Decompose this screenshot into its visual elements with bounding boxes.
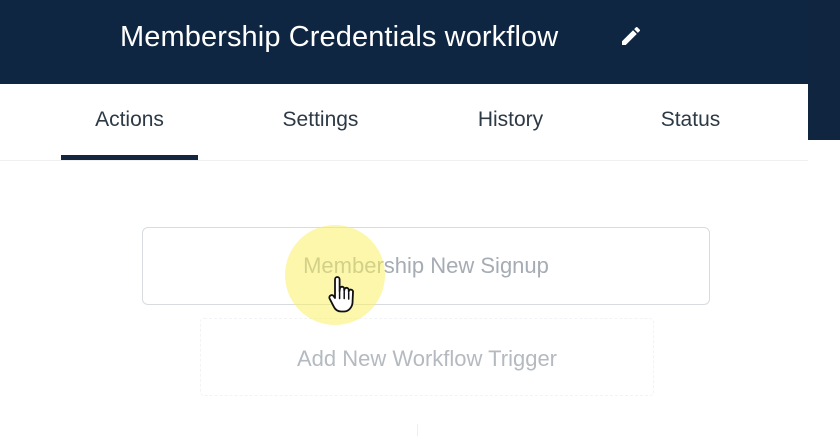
edit-title-button[interactable]	[619, 24, 643, 48]
add-trigger-label: Add New Workflow Trigger	[296, 346, 557, 371]
tab-label: History	[477, 108, 544, 131]
tab-label: Status	[660, 108, 721, 131]
workflow-title: Membership Credentials workflow	[120, 21, 559, 53]
tab-history[interactable]: History	[442, 84, 579, 160]
workflow-header: Membership Credentials workflow	[0, 0, 808, 84]
tab-actions[interactable]: Actions	[61, 84, 198, 160]
add-workflow-trigger-button[interactable]: Add New Workflow Trigger	[200, 318, 654, 396]
tab-status[interactable]: Status	[622, 84, 759, 160]
tab-label: Settings	[282, 108, 359, 131]
workflow-trigger-card[interactable]: Membership New Signup	[142, 227, 710, 305]
tab-bar: Actions Settings History Status	[0, 84, 808, 161]
workflow-page: Membership Credentials workflow Actions …	[0, 0, 840, 436]
tab-label: Actions	[95, 108, 164, 131]
trigger-label: Membership New Signup	[303, 253, 549, 278]
active-tab-indicator	[61, 155, 198, 160]
right-edge-panel	[808, 0, 840, 140]
tab-settings[interactable]: Settings	[252, 84, 389, 160]
workflow-connector-line	[417, 424, 418, 436]
pencil-icon	[622, 26, 641, 45]
